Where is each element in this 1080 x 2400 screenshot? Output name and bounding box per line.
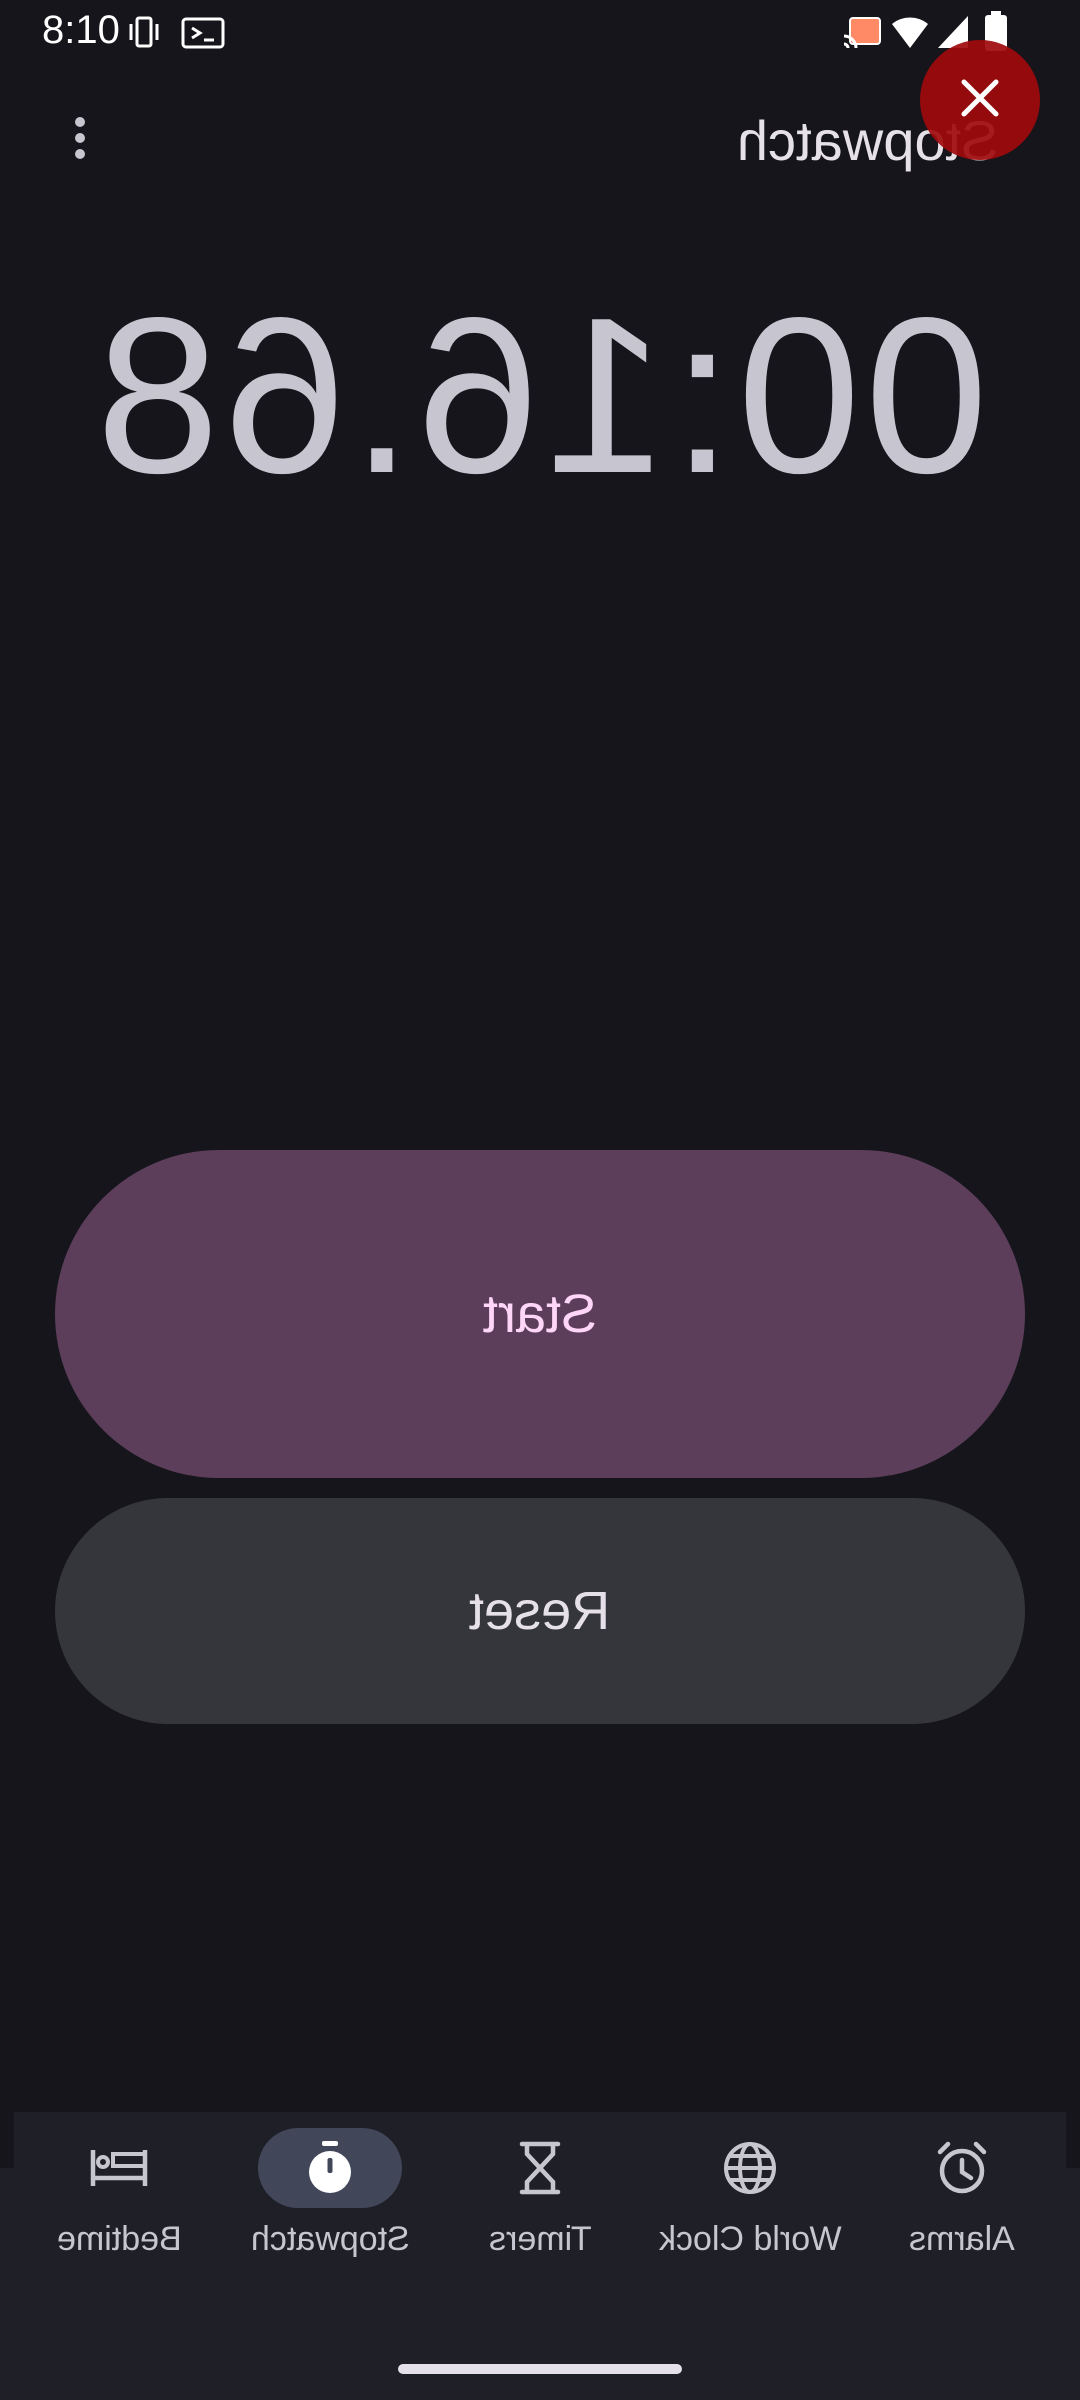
globe-icon — [720, 2138, 780, 2198]
nav-item-timers[interactable]: Timers — [435, 2128, 645, 2268]
start-button-label: Start — [482, 1284, 598, 1344]
close-icon — [958, 76, 1002, 125]
close-button[interactable] — [920, 40, 1040, 160]
bottom-nav-edge-right — [1066, 2112, 1080, 2168]
nav-label-alarms: Alarms — [857, 2220, 1067, 2259]
nav-label-text: Bedtime — [56, 2220, 182, 2258]
wifi-icon — [890, 14, 930, 55]
screen-cast-icon — [180, 14, 226, 55]
nav-item-stopwatch[interactable]: Stopwatch — [225, 2128, 435, 2268]
vibrate-icon — [126, 14, 162, 55]
stopwatch-screen: 8:10 Stopwatch 00:16.68 Start Reset Alar… — [0, 0, 1080, 2400]
status-bar: 8:10 — [0, 0, 1080, 64]
more-options-button[interactable] — [40, 100, 120, 180]
cast-icon — [842, 14, 882, 55]
nav-label-text: Alarms — [909, 2220, 1015, 2258]
bottom-nav-edge-left — [0, 2112, 14, 2168]
nav-label-text: World Clock — [658, 2220, 842, 2258]
stopwatch-icon — [300, 2138, 360, 2198]
hourglass-icon — [510, 2138, 570, 2198]
more-vert-icon — [70, 114, 90, 167]
nav-item-alarms[interactable]: Alarms — [857, 2128, 1067, 2268]
status-time: 8:10 — [42, 8, 120, 52]
nav-label-text: Stopwatch — [250, 2220, 410, 2258]
home-indicator[interactable] — [398, 2364, 682, 2374]
nav-label-timers: Timers — [435, 2220, 645, 2259]
elapsed-time: 00:16.68 — [91, 272, 989, 520]
nav-item-world-clock[interactable]: World Clock — [645, 2128, 855, 2268]
reset-button-label: Reset — [469, 1581, 611, 1641]
reset-button[interactable]: Reset — [55, 1498, 1025, 1724]
bed-icon — [89, 2138, 149, 2198]
nav-item-bedtime[interactable]: Bedtime — [14, 2128, 224, 2268]
nav-label-world-clock: World Clock — [645, 2220, 855, 2259]
stopwatch-time-display: 00:16.68 — [0, 272, 1080, 520]
start-button[interactable]: Start — [55, 1150, 1025, 1478]
nav-label-text: Timers — [488, 2220, 592, 2258]
nav-label-stopwatch: Stopwatch — [225, 2220, 435, 2259]
alarm-icon — [932, 2138, 992, 2198]
nav-label-bedtime: Bedtime — [14, 2220, 224, 2259]
